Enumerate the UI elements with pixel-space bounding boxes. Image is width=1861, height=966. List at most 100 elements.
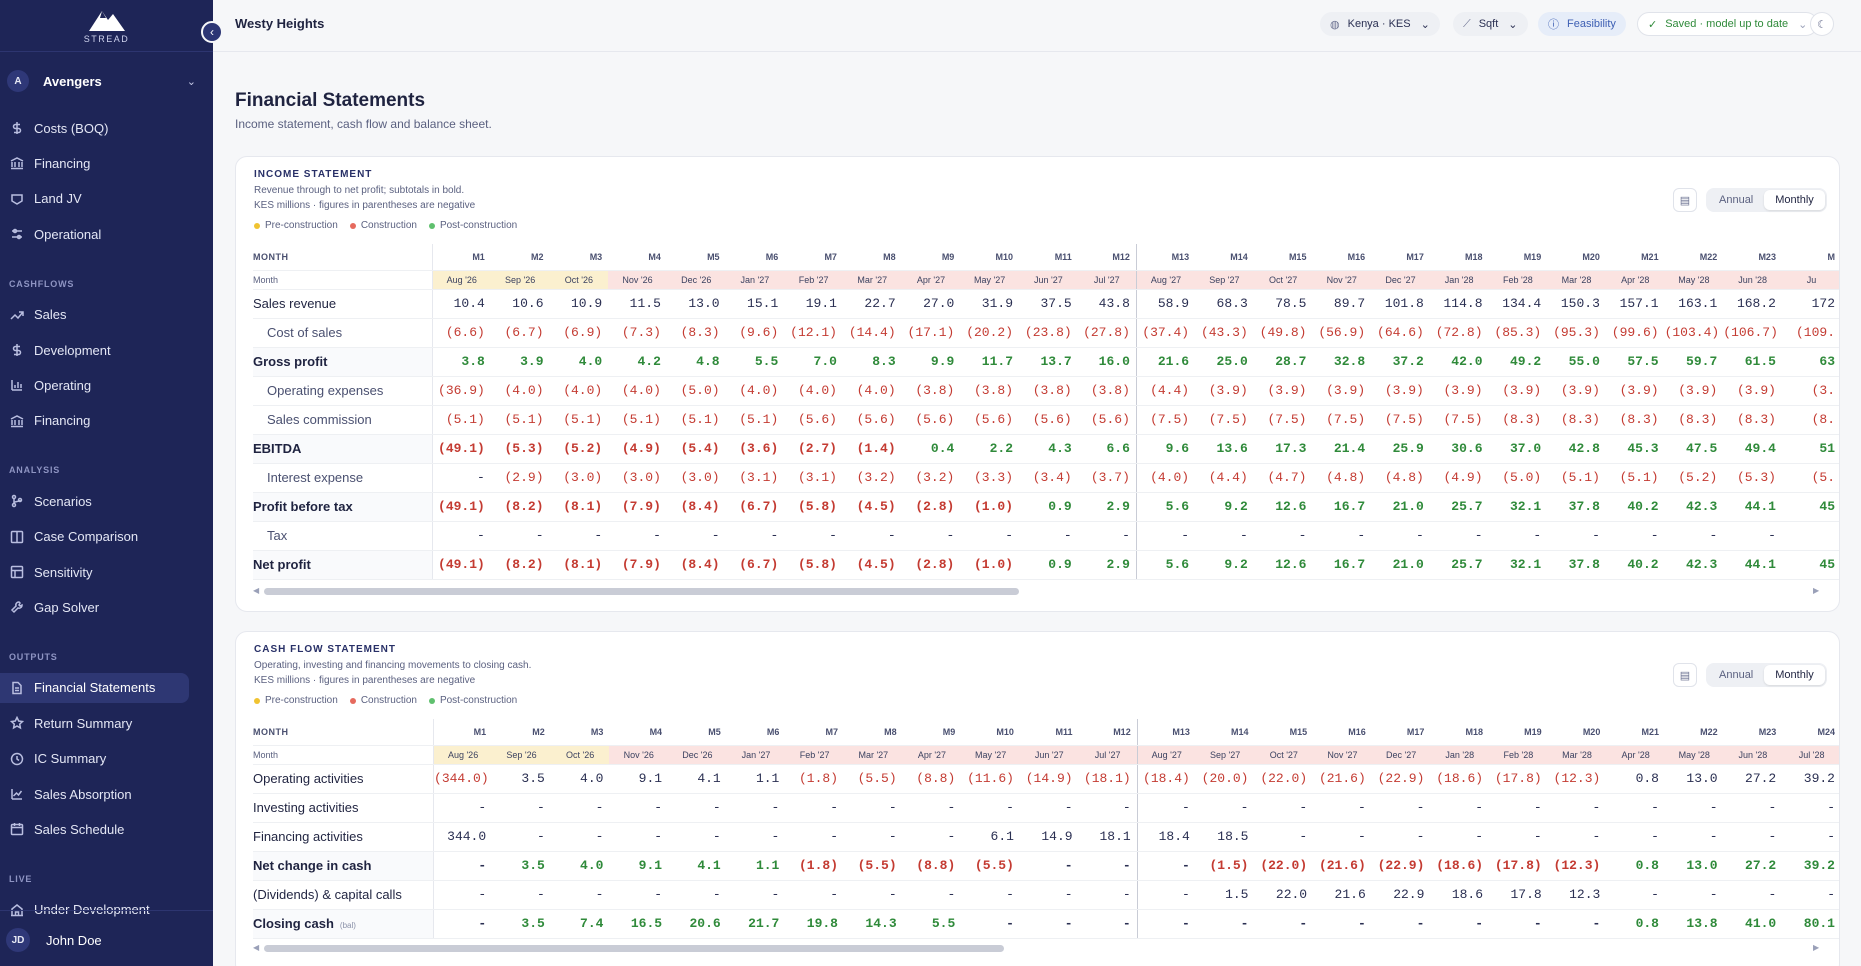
month-header[interactable]: M14 <box>1195 719 1255 746</box>
scroll-thumb[interactable] <box>264 588 1019 595</box>
sidebar-item-operational[interactable]: Operational <box>0 219 189 249</box>
month-header[interactable]: M8 <box>844 719 903 746</box>
month-header[interactable]: M16 <box>1313 719 1372 746</box>
table-row[interactable]: Net change in cash -3.5 4.0 9.1 4.1 1.1 (1.8)(… <box>253 851 1839 881</box>
scroll-thumb[interactable] <box>264 945 1004 952</box>
table-view-icon[interactable]: ▤ <box>1673 663 1697 687</box>
month-header[interactable]: M15 <box>1253 244 1313 271</box>
month-header[interactable]: M22 <box>1664 244 1724 271</box>
table-row[interactable]: Gross profit 3.8 3.9 4.0 4.2 4.8 5.5 7.0 8.3 9.9 1… <box>253 347 1839 377</box>
month-header[interactable]: M2 <box>492 719 551 746</box>
table-row[interactable]: (Dividends) & capital calls - - - - - - - - - - - - -… <box>253 880 1839 910</box>
scroll-left-icon[interactable]: ◀ <box>253 943 259 952</box>
month-header[interactable]: M7 <box>785 719 844 746</box>
annual-toggle-button[interactable]: Annual <box>1708 190 1764 210</box>
month-header[interactable]: M9 <box>901 244 961 271</box>
annual-toggle-button[interactable]: Annual <box>1708 665 1764 685</box>
month-header[interactable]: M18 <box>1430 719 1490 746</box>
user-menu[interactable]: JD John Doe <box>6 928 102 952</box>
month-header[interactable]: M16 <box>1312 244 1372 271</box>
sidebar-item-sales[interactable]: Sales <box>0 300 189 330</box>
table-row[interactable]: Tax - - - - - - - - - - - - - - - - - - - - - - - <box>253 521 1839 551</box>
horizontal-scrollbar[interactable]: ◀ ▶ <box>253 586 1839 595</box>
table-row[interactable]: Cost of sales (6.6) (6.7) (6.9) (7.3) (8.3) (9… <box>253 318 1839 348</box>
month-header[interactable]: M3 <box>549 244 609 271</box>
table-row[interactable]: Closing cash (bal) -3.5 7.4 16.5 20.6 21.7 19.8… <box>253 909 1839 939</box>
month-header[interactable]: M11 <box>1019 719 1079 746</box>
month-header[interactable]: M23 <box>1723 244 1782 271</box>
month-header[interactable]: M11 <box>1019 244 1078 271</box>
month-header[interactable]: M18 <box>1429 244 1489 271</box>
month-header[interactable]: M7 <box>784 244 843 271</box>
table-row[interactable]: Net profit (49.1) (8.2) (8.1) (7.9) (8.4) (6.7… <box>253 550 1839 580</box>
sidebar-item-development[interactable]: Development <box>0 335 189 365</box>
mode-badge[interactable]: ⓘ Feasibility <box>1538 12 1626 36</box>
month-header[interactable]: M20 <box>1547 244 1606 271</box>
sidebar-item-gap-solver[interactable]: Gap Solver <box>0 592 189 622</box>
table-row[interactable]: Profit before tax (49.1) (8.2) (8.1) (7.9) (8… <box>253 492 1839 522</box>
sidebar-item-sensitivity[interactable]: Sensitivity <box>0 557 189 587</box>
month-header[interactable]: M10 <box>960 244 1020 271</box>
month-header[interactable]: M4 <box>608 244 667 271</box>
workspace-switcher[interactable]: A Avengers ⌄ <box>6 67 200 95</box>
monthly-toggle-button[interactable]: Monthly <box>1764 665 1825 685</box>
sidebar-item-scenarios[interactable]: Scenarios <box>0 486 189 516</box>
month-header[interactable]: M20 <box>1547 719 1607 746</box>
sidebar-item-sales-absorption[interactable]: Sales Absorption <box>0 779 189 809</box>
table-row[interactable]: Sales commission (5.1) (5.1) (5.1) (5.1) (5.1… <box>253 405 1839 435</box>
theme-toggle[interactable]: ☾ <box>1810 12 1834 36</box>
month-header[interactable]: M22 <box>1664 719 1724 746</box>
horizontal-scrollbar[interactable]: ◀ ▶ <box>253 943 1839 952</box>
monthly-toggle-button[interactable]: Monthly <box>1764 190 1825 210</box>
sidebar-item-land-jv[interactable]: Land JV <box>0 184 189 214</box>
month-header[interactable]: M23 <box>1723 719 1783 746</box>
table-row[interactable]: Operating activities (344.0) 3.5 4.0 9.1 4.1 1… <box>253 764 1839 794</box>
month-header[interactable]: M21 <box>1606 719 1665 746</box>
table-view-icon[interactable]: ▤ <box>1673 188 1697 212</box>
sidebar-item-return-summary[interactable]: Return Summary <box>0 708 189 738</box>
scroll-right-icon[interactable]: ▶ <box>1813 586 1819 595</box>
month-header[interactable]: M6 <box>726 719 786 746</box>
sidebar-item-financial-statements[interactable]: Financial Statements <box>0 672 189 703</box>
table-row[interactable]: Sales revenue 10.4 10.6 10.9 11.5 13.0 15.1 19.… <box>253 289 1839 319</box>
table-row[interactable]: Interest expense - (2.9) (3.0) (3.0) (3.0) (3.… <box>253 463 1839 493</box>
month-header[interactable]: M4 <box>609 719 669 746</box>
table-row[interactable]: EBITDA (49.1) (5.3) (5.2) (4.9) (5.4) (3.6) (2.… <box>253 434 1839 464</box>
table-row[interactable]: Operating expenses (36.9) (4.0) (4.0) (4.0)(… <box>253 376 1839 406</box>
month-header[interactable]: M15 <box>1254 719 1314 746</box>
scroll-right-icon[interactable]: ▶ <box>1813 943 1819 952</box>
month-header[interactable]: M1 <box>432 244 491 271</box>
month-header[interactable]: M <box>1781 244 1839 271</box>
unit-selector[interactable]: ⟋ Sqft ⌄ <box>1453 12 1528 36</box>
table-row[interactable]: Investing activities - - - - - - - - - - - - - - - - - - - -… <box>253 793 1839 823</box>
month-header[interactable]: M17 <box>1371 244 1430 271</box>
month-header[interactable]: M5 <box>666 244 726 271</box>
sidebar-item-sales-schedule[interactable]: Sales Schedule <box>0 814 189 844</box>
month-header[interactable]: M19 <box>1488 244 1548 271</box>
scroll-left-icon[interactable]: ◀ <box>253 586 259 595</box>
sidebar-item-financing[interactable]: Financing <box>0 148 189 178</box>
month-header[interactable]: M5 <box>668 719 727 746</box>
sidebar-item-operating[interactable]: Operating <box>0 370 189 400</box>
sidebar-item-financing[interactable]: Financing <box>0 406 189 436</box>
sidebar-item-costs-boq[interactable]: Costs (BOQ) <box>0 113 189 143</box>
month-header[interactable]: M21 <box>1605 244 1665 271</box>
table-row[interactable]: Financing activities 344.0- - - - - - - -6.1 14.9… <box>253 822 1839 852</box>
month-header[interactable]: M8 <box>842 244 902 271</box>
month-header[interactable]: M14 <box>1195 244 1254 271</box>
month-header[interactable]: M6 <box>725 244 785 271</box>
month-header[interactable]: M12 <box>1077 244 1137 271</box>
month-header[interactable]: M19 <box>1489 719 1548 746</box>
month-header[interactable]: M13 <box>1135 244 1196 271</box>
month-header[interactable]: M13 <box>1136 719 1196 746</box>
month-header[interactable]: M9 <box>902 719 962 746</box>
month-header[interactable]: M1 <box>433 719 493 746</box>
month-header[interactable]: M24 <box>1782 719 1839 746</box>
region-selector[interactable]: ◍ Kenya · KES ⌄ <box>1320 12 1440 36</box>
sidebar-item-ic-summary[interactable]: IC Summary <box>0 744 189 774</box>
save-status[interactable]: ✓ Saved · model up to date ⌄ <box>1637 12 1819 36</box>
month-header[interactable]: M10 <box>961 719 1020 746</box>
month-header[interactable]: M17 <box>1371 719 1431 746</box>
month-header[interactable]: M2 <box>490 244 550 271</box>
month-header[interactable]: M12 <box>1078 719 1138 746</box>
